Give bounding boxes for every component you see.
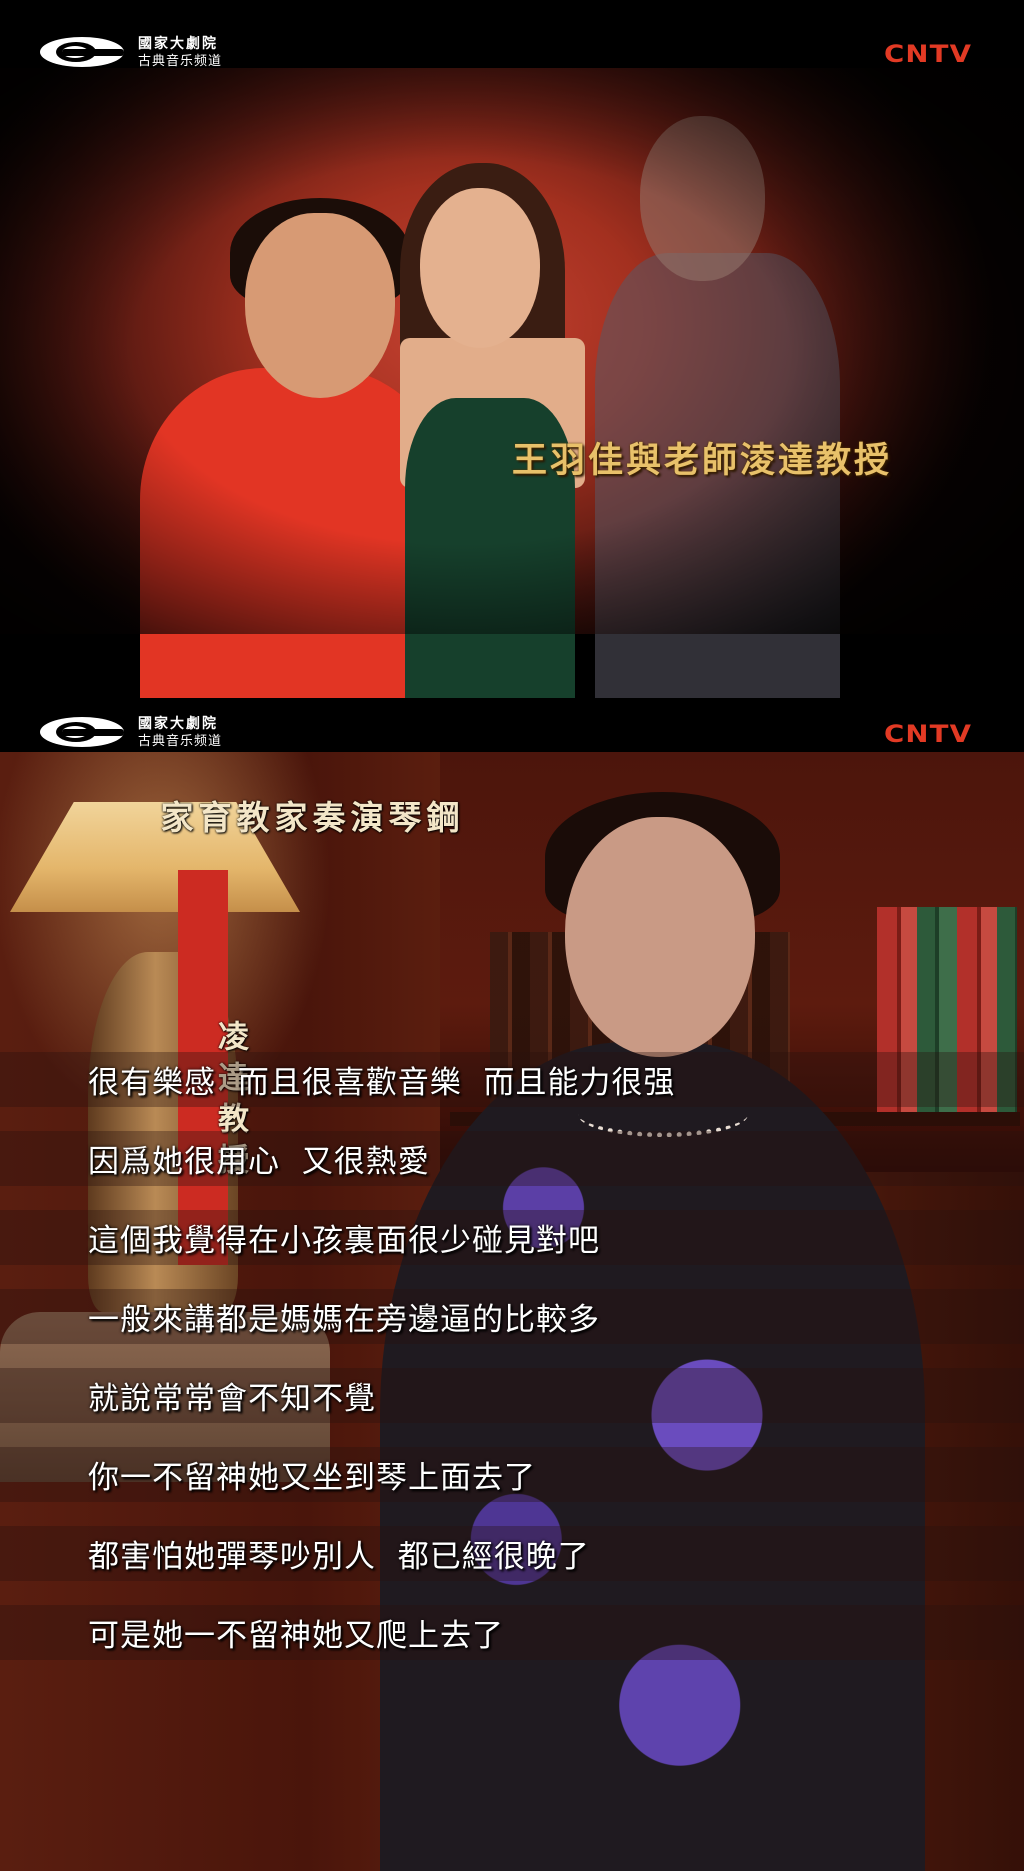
role-char: 鋼 xyxy=(421,800,460,842)
role-char: 演 xyxy=(345,800,384,842)
group-photo xyxy=(0,68,1024,698)
role-char: 琴 xyxy=(383,800,422,842)
logo-line2: 古典音乐频道 xyxy=(138,53,223,69)
bottom-video-frame: 國家大劇院 古典音乐频道 CNTV 鋼 琴 演 奏 家 教 育 家 凌達教授 很… xyxy=(0,700,1024,1871)
speaker-role: 鋼 琴 演 奏 家 教 育 家 xyxy=(155,800,460,842)
role-char: 家 xyxy=(155,800,194,842)
logo-line2: 古典音乐频道 xyxy=(138,733,223,749)
subtitle-line: 可是她一不留神她又爬上去了 xyxy=(0,1605,1024,1660)
ncpa-logo-icon xyxy=(40,36,128,69)
subtitle-line: 很有樂感 而且很喜歡音樂 而且能力很强 xyxy=(0,1052,1024,1107)
top-video-frame: 國家大劇院 古典音乐频道 CNTV 王羽佳與老師淩達教授 xyxy=(0,0,1024,700)
role-char: 奏 xyxy=(307,800,346,842)
photo-caption: 王羽佳與老師淩達教授 xyxy=(512,440,893,481)
subtitle-line: 都害怕她彈琴吵別人 都已經很晚了 xyxy=(0,1526,1024,1581)
role-char: 育 xyxy=(193,800,232,842)
role-char: 家 xyxy=(269,800,308,842)
subtitle-line: 因爲她很用心 又很熱愛 xyxy=(0,1131,1024,1186)
ncpa-logo: 國家大劇院 古典音乐频道 xyxy=(40,36,222,70)
cntv-watermark: CNTV xyxy=(884,40,973,68)
subtitle-line: 一般來講都是媽媽在旁邊逼的比較多 xyxy=(0,1289,1024,1344)
cntv-watermark: CNTV xyxy=(884,720,973,748)
logo-line1: 國家大劇院 xyxy=(138,36,218,52)
ncpa-logo: 國家大劇院 古典音乐频道 xyxy=(40,716,222,750)
interviewee-face xyxy=(565,817,755,1057)
role-char: 教 xyxy=(231,800,270,842)
subtitle-line: 就說常常會不知不覺 xyxy=(0,1368,1024,1423)
subtitle-line: 你一不留神她又坐到琴上面去了 xyxy=(0,1447,1024,1502)
subtitle-stack: 很有樂感 而且很喜歡音樂 而且能力很强 因爲她很用心 又很熱愛 這個我覺得在小孩… xyxy=(0,1052,1024,1684)
ncpa-logo-icon xyxy=(40,716,128,749)
logo-line1: 國家大劇院 xyxy=(138,716,218,732)
subtitle-line: 這個我覺得在小孩裏面很少碰見對吧 xyxy=(0,1210,1024,1265)
